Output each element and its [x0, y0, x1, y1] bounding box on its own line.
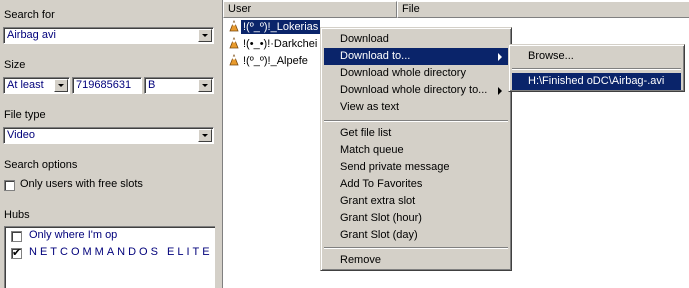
hubs-label: Hubs	[4, 209, 30, 221]
hub-label-netcommandos: NETCOMMANDOS ELITE	[29, 246, 213, 258]
menu-item-match-queue[interactable]: Match queue	[324, 142, 508, 159]
search-for-combo[interactable]: Airbag avi	[3, 27, 214, 44]
size-unit-value: B	[148, 79, 156, 91]
size-mode-select[interactable]: At least	[3, 77, 70, 94]
column-header-file[interactable]: File	[397, 1, 689, 18]
context-menu: Download Download to... Download whole d…	[320, 27, 512, 271]
search-options-label: Search options	[4, 159, 78, 171]
menu-item-download[interactable]: Download	[324, 31, 508, 48]
menu-item-send-pm[interactable]: Send private message	[324, 159, 508, 176]
menu-separator	[324, 120, 508, 122]
file-type-select[interactable]: Video	[3, 127, 214, 144]
hub-checkbox-netcommandos[interactable]	[11, 246, 22, 259]
hub-checkbox-op[interactable]	[11, 231, 22, 242]
user-icon	[229, 54, 239, 66]
dropdown-arrow-icon[interactable]	[198, 79, 212, 92]
user-icon	[229, 37, 239, 49]
hub-label-op: Only where I'm op	[29, 229, 118, 241]
menu-item-download-directory-to-label: Download whole directory to...	[340, 84, 488, 96]
size-value: 719685631	[76, 79, 132, 91]
size-mode-value: At least	[7, 79, 44, 91]
submenu-item-target-path[interactable]: H:\Finished oDC\Airbag-.avi	[512, 73, 681, 90]
result-user: !(•_•)!·Darkchei	[243, 38, 318, 50]
user-icon	[229, 20, 239, 32]
menu-item-remove[interactable]: Remove	[324, 252, 508, 269]
size-unit-select[interactable]: B	[144, 77, 214, 94]
menu-item-download-to-label: Download to...	[340, 50, 411, 62]
submenu-arrow-icon	[498, 53, 502, 61]
size-value-input[interactable]: 719685631	[72, 77, 142, 94]
search-panel: Search for Airbag avi Size At least 7196…	[0, 0, 221, 288]
menu-item-grant-slot-hour[interactable]: Grant Slot (hour)	[324, 210, 508, 227]
file-type-value: Video	[7, 129, 35, 141]
dropdown-arrow-icon[interactable]	[198, 129, 212, 142]
file-type-label: File type	[4, 109, 46, 121]
download-to-submenu: Browse... H:\Finished oDC\Airbag-.avi	[508, 44, 685, 92]
free-slots-label: Only users with free slots	[20, 178, 143, 190]
column-header-user[interactable]: User	[223, 1, 397, 18]
dropdown-arrow-icon[interactable]	[54, 79, 68, 92]
result-user: !(º_º)!_Alpefe	[243, 55, 308, 67]
submenu-arrow-icon	[498, 87, 502, 95]
menu-item-grant-extra-slot[interactable]: Grant extra slot	[324, 193, 508, 210]
menu-item-grant-slot-day[interactable]: Grant Slot (day)	[324, 227, 508, 244]
hubs-list: Only where I'm op NETCOMMANDOS ELITE	[4, 226, 215, 288]
search-for-label: Search for	[4, 9, 55, 21]
menu-item-get-file-list[interactable]: Get file list	[324, 125, 508, 142]
menu-item-view-as-text[interactable]: View as text	[324, 99, 508, 116]
menu-item-download-to[interactable]: Download to...	[324, 48, 508, 65]
menu-item-download-directory-to[interactable]: Download whole directory to...	[324, 82, 508, 99]
submenu-item-browse[interactable]: Browse...	[512, 48, 681, 65]
menu-separator	[512, 68, 681, 70]
search-for-value: Airbag avi	[7, 29, 56, 41]
dropdown-arrow-icon[interactable]	[198, 29, 212, 42]
size-label: Size	[4, 59, 26, 71]
result-user: !(º_º)!_Lokerias	[241, 20, 321, 34]
menu-item-download-directory[interactable]: Download whole directory	[324, 65, 508, 82]
menu-separator	[324, 247, 508, 249]
free-slots-checkbox[interactable]	[4, 180, 15, 191]
menu-item-add-favorites[interactable]: Add To Favorites	[324, 176, 508, 193]
